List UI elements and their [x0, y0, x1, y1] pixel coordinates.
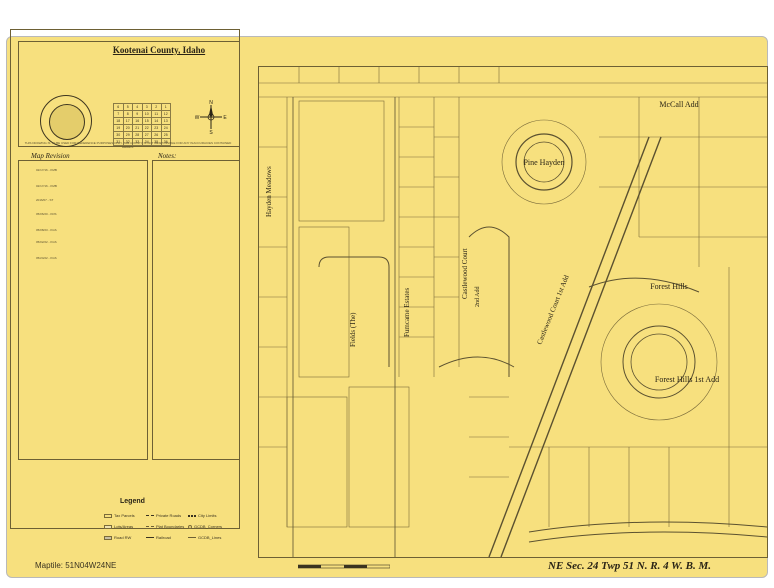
castlewood-court-road	[438, 356, 515, 368]
label-forest-hills-1st-add: Forest Hills 1st Add	[655, 375, 719, 384]
forest-hills-circle	[600, 303, 718, 421]
section-grid: 654321 7 8 9 10 11 12 18 17 16 15 14 13 19 20 21 22 23…	[113, 103, 171, 146]
revision-entry: 05/02/22 - KGS	[36, 240, 57, 244]
label-fields: Fields (The)	[349, 312, 357, 347]
fields-road	[318, 256, 390, 367]
notes-box	[152, 160, 240, 460]
revision-entry: 05/24/22 - KGS	[36, 256, 57, 260]
revision-entry: 02/17/16 - KMB	[36, 168, 57, 172]
parcel-map[interactable]: Pine Hayden McCall Add Forest Hills Fore…	[259, 67, 767, 557]
label-castlewood-court: Castlewood Court	[461, 248, 469, 299]
county-seal-icon	[40, 95, 92, 147]
legend-heading: Legend	[120, 498, 145, 505]
legend-private-roads: Private Roads	[146, 513, 181, 518]
county-title: Kootenai County, Idaho	[112, 45, 206, 55]
legend-gcdb-lines: GCDB_Lines	[188, 535, 221, 540]
legend-lots-areas: Lots/Areas	[104, 524, 133, 529]
map-revision-heading: Map Revision	[31, 152, 70, 160]
compass-w: W	[195, 115, 200, 121]
revision-entry: 05/08/23 - KGS	[36, 228, 57, 232]
compass-s: S	[209, 130, 213, 135]
label-forest-hills: Forest Hills	[650, 282, 688, 291]
legend-tax-parcels: Tax Parcels	[104, 513, 135, 518]
revision-entry: 2016/07 - ST	[36, 198, 54, 202]
compass-n: N	[209, 100, 213, 106]
map-revision-box	[18, 160, 148, 460]
revision-entry: 02/17/16 - KMB	[36, 184, 57, 188]
legend-road-rw: Road RW	[104, 535, 131, 540]
label-mccall-add: McCall Add	[659, 100, 698, 109]
parcel-grid	[259, 67, 767, 528]
legend-railroad: Railroad	[146, 535, 171, 540]
scale-bar	[298, 564, 390, 569]
label-fumcame-estates: Fumcame Estates	[403, 288, 411, 337]
label-pine-hayden: Pine Hayden	[523, 158, 564, 167]
notes-heading: Notes:	[158, 152, 177, 160]
sheet-title: NE Sec. 24 Twp 51 N. R. 4 W. B. M.	[548, 560, 711, 572]
maptile-label: Maptile: 51N04W24NE	[35, 561, 117, 570]
compass-rose-icon: N E S W	[195, 100, 227, 135]
legend-gcdb-corners: GCDB_Corners	[188, 524, 222, 529]
label-castlewood-court-1st-add: Castlewood Court 1st Add	[535, 274, 570, 346]
bottom-road	[528, 521, 767, 533]
disclaimer-text: THIS DRAWING IS TO BE USED FOR REFERENCE…	[24, 141, 232, 149]
label-hayden-meadows: Hayden Meadows	[265, 166, 273, 217]
legend-plat-boundaries: Plat Boundaries	[146, 524, 184, 529]
label-2nd-add: 2nd Add	[475, 286, 481, 307]
compass-e: E	[223, 115, 227, 121]
legend-city-limits: City Limits	[188, 513, 216, 518]
revision-entry: 05/06/20 - KDS	[36, 212, 57, 216]
